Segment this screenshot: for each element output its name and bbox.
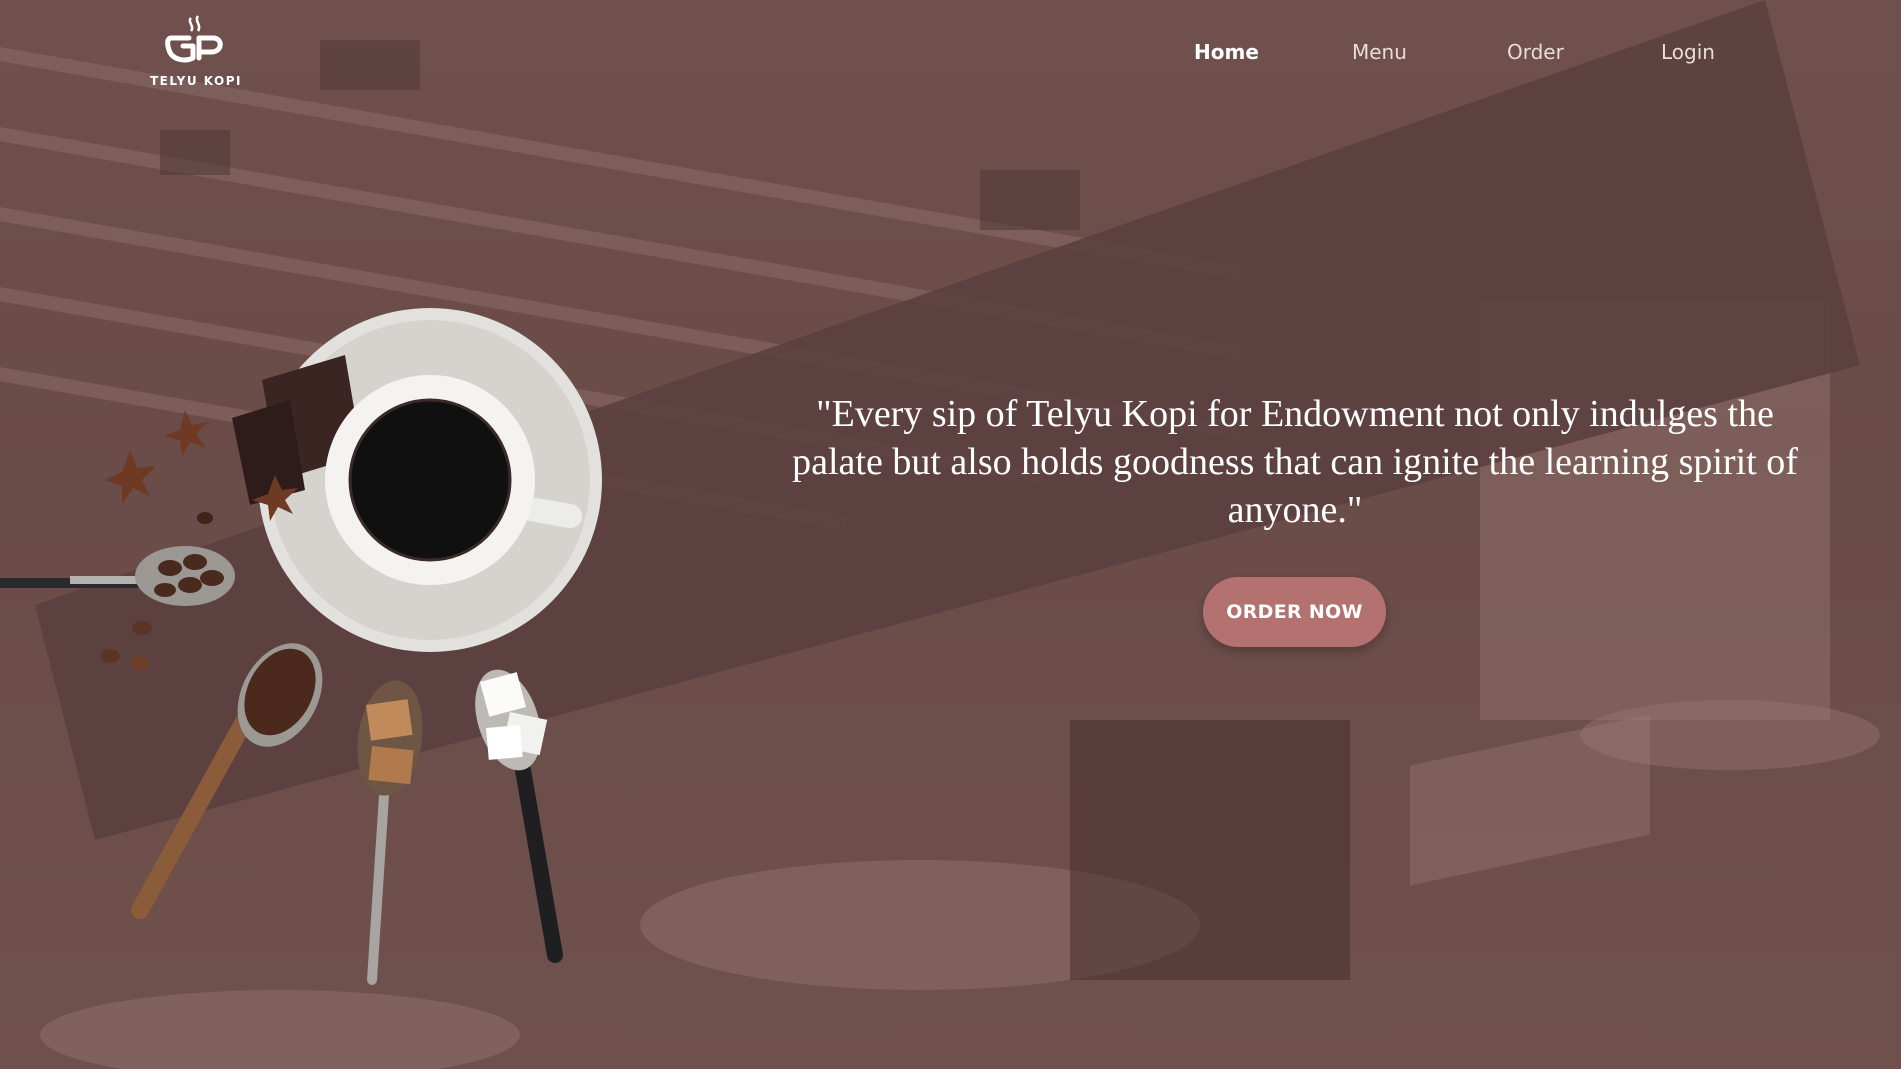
nav-menu: Home Menu Order Login — [1170, 40, 1730, 70]
brand-logo[interactable]: TELYU KOPI — [150, 14, 242, 92]
nav-login-link[interactable]: Login — [1661, 40, 1715, 64]
top-navbar: TELYU KOPI Home Menu Order Login — [0, 0, 1901, 110]
coffee-cup-illustration — [0, 308, 602, 985]
nav-home-link[interactable]: Home — [1194, 40, 1259, 64]
order-now-button[interactable]: ORDER NOW — [1203, 577, 1386, 647]
nav-menu-link[interactable]: Menu — [1352, 40, 1407, 64]
brand-name: TELYU KOPI — [150, 74, 242, 88]
coffee-cup-logo-icon — [165, 15, 223, 63]
hero-quote: "Every sip of Telyu Kopi for Endowment n… — [792, 393, 1798, 531]
nav-order-link[interactable]: Order — [1507, 40, 1564, 64]
